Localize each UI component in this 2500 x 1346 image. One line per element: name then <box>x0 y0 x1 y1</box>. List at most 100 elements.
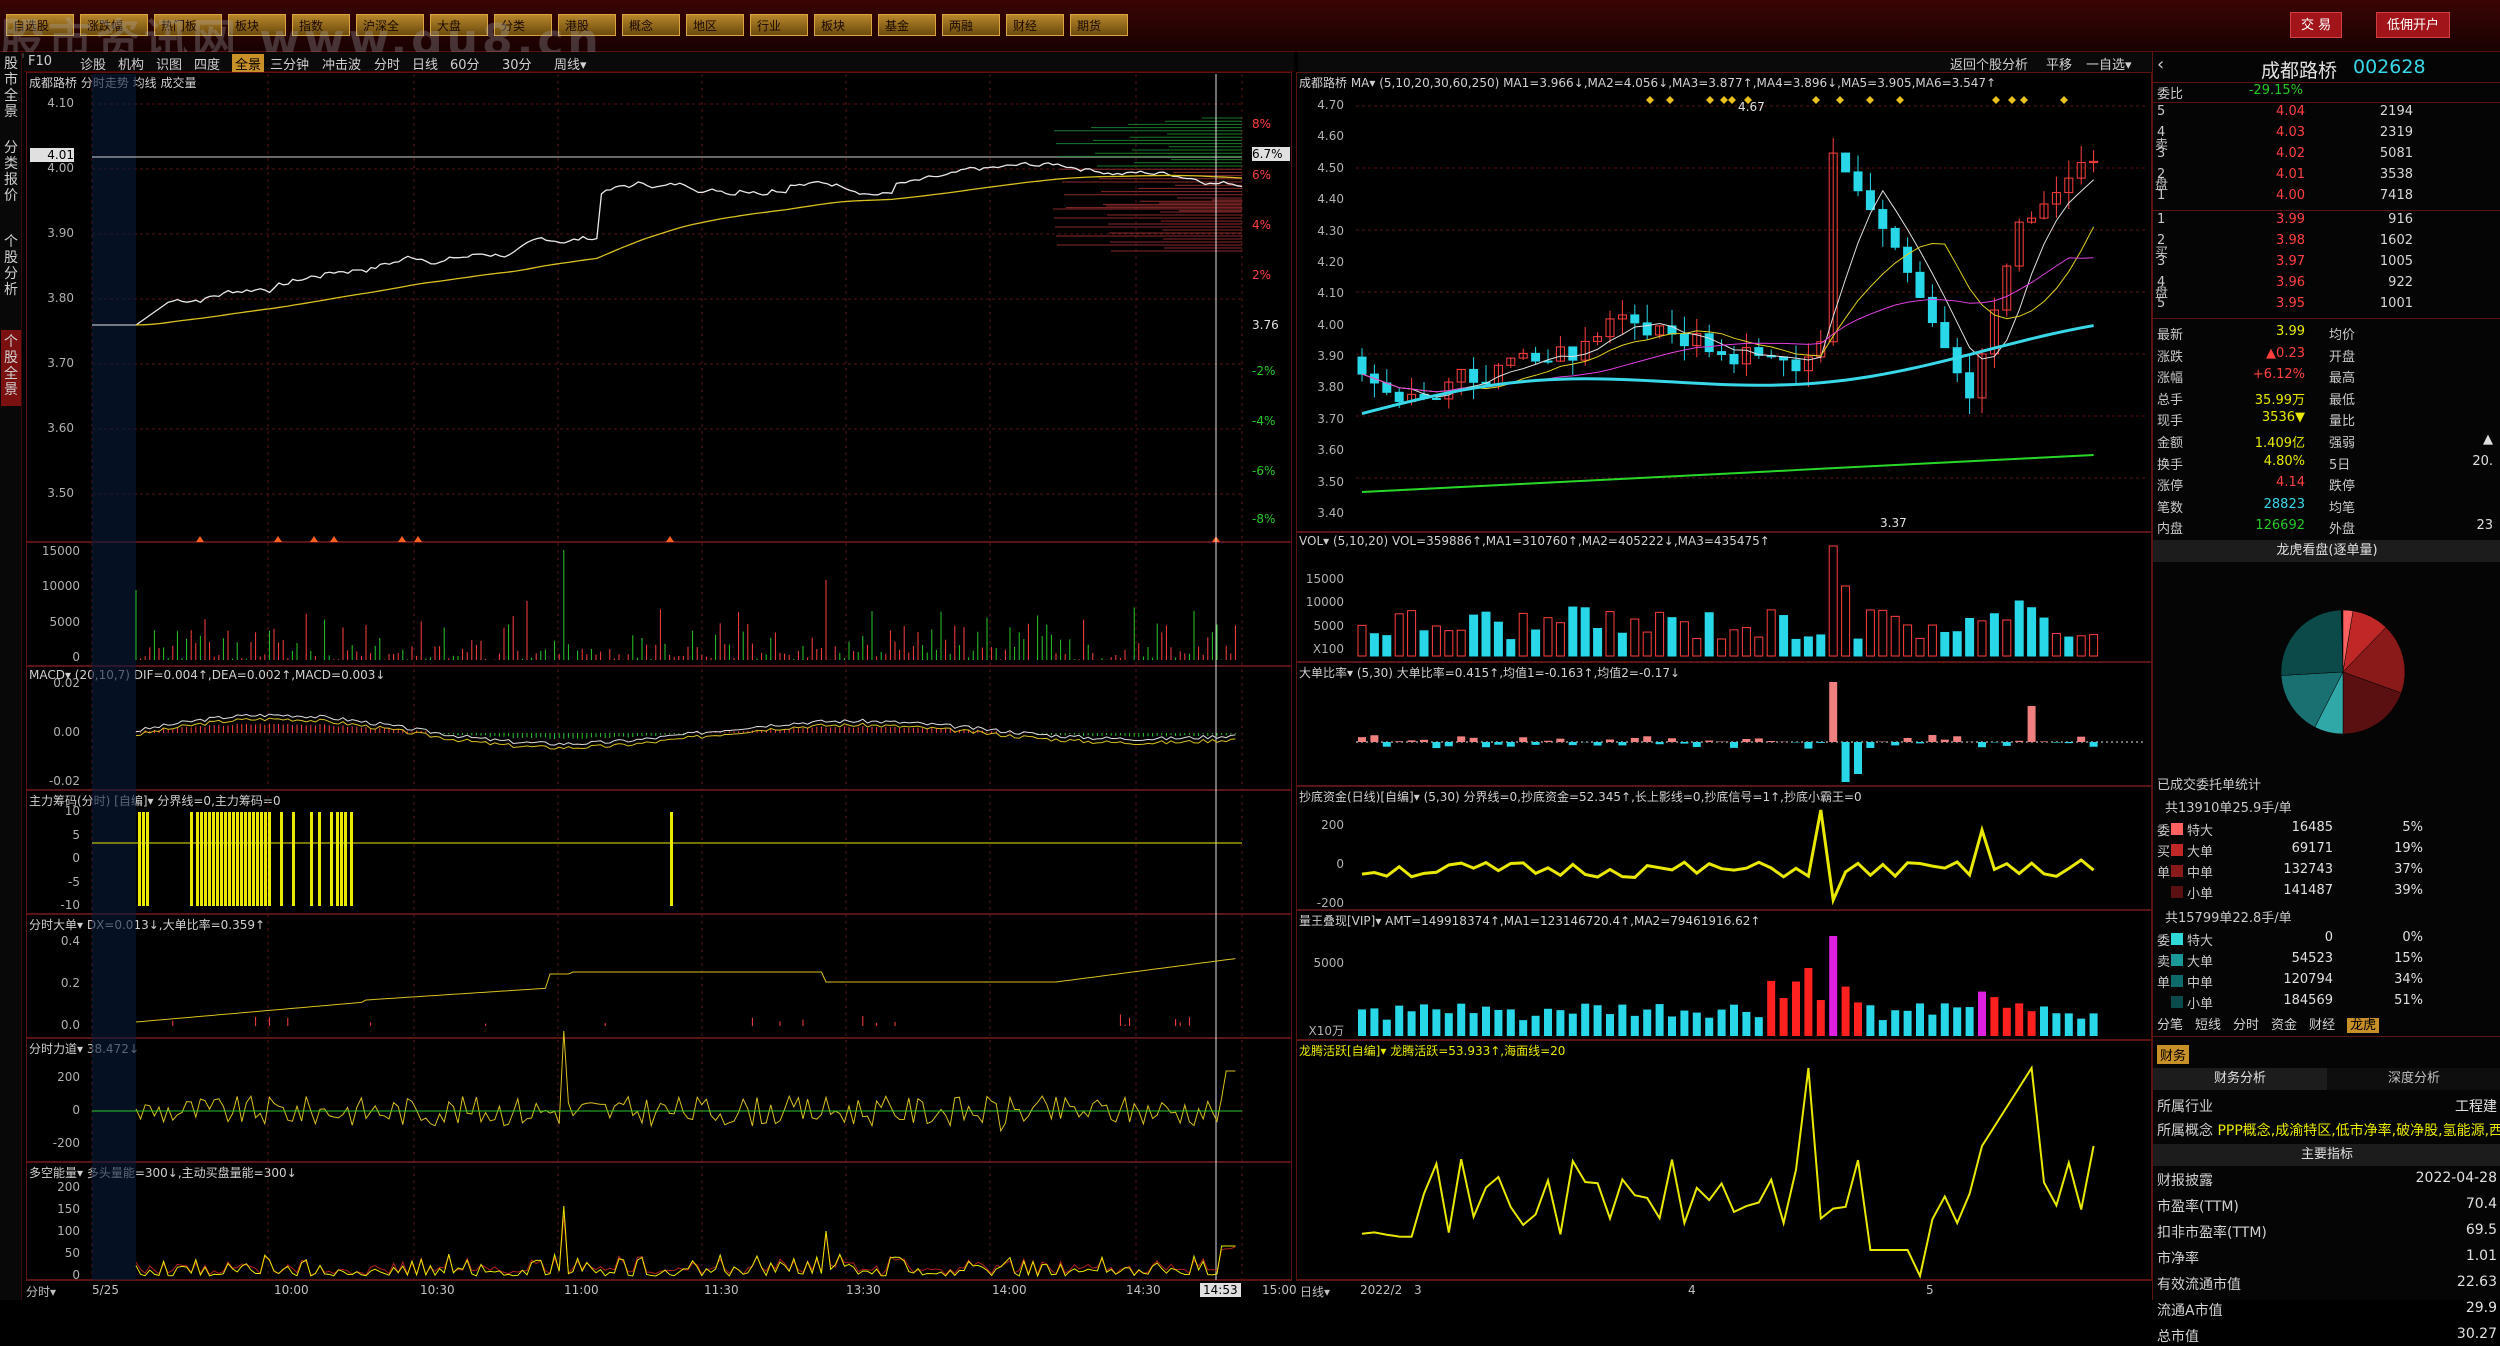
vk-bar-13 <box>1519 1020 1527 1036</box>
stat-value: 126692 <box>2235 518 2305 533</box>
daily-bigorder-bar-19 <box>1594 742 1602 745</box>
daily-vol-bar-50 <box>1978 621 1986 656</box>
finance-analysis-tab[interactable]: 财务分析 <box>2153 1068 2327 1090</box>
buy-swatch <box>2171 823 2183 835</box>
daily-vol-bar-14 <box>1532 630 1540 656</box>
daily-bigorder-bar-30 <box>1730 742 1738 748</box>
chips-bar-17 <box>248 812 251 906</box>
chaodi-label-0: 200 <box>1300 818 1344 832</box>
daily-bigorder-bar-37 <box>1817 742 1825 743</box>
vk-bar-29 <box>1718 1010 1726 1036</box>
daily-vol-bar-42 <box>1879 610 1887 656</box>
vk-bar-14 <box>1532 1016 1540 1036</box>
order-stats-title: 已成交委托单统计 <box>2157 774 2261 793</box>
buy-type: 小单 <box>2187 883 2213 902</box>
daily-bigorder-bar-13 <box>1519 737 1527 742</box>
order-pie-chart <box>2153 564 2500 774</box>
finance-value: 30.27 <box>2457 1326 2497 1342</box>
finance-row-2: 扣非市盈率(TTM)69.5 <box>2157 1222 2500 1242</box>
daily-vol-bar-44 <box>1904 625 1912 656</box>
daily-bigorder-bar-17 <box>1569 742 1577 745</box>
bigorder-line <box>136 959 1235 1022</box>
quote-tab-4[interactable]: 财经 <box>2309 1018 2335 1033</box>
vk-bar-12 <box>1507 1009 1515 1036</box>
finance-label: 有效流通市值 <box>2157 1277 2241 1293</box>
pie-slice-6 <box>2281 610 2343 675</box>
sell-type: 小单 <box>2187 993 2213 1012</box>
daily-low-label: 3.37 <box>1880 516 1920 530</box>
vk-bar-3 <box>1395 1006 1403 1036</box>
signal-diamond-3 <box>1720 96 1728 104</box>
vk-bar-31 <box>1742 1012 1750 1036</box>
daily-bigorder-bar-33 <box>1767 741 1775 742</box>
finance-tab[interactable]: 财务 <box>2157 1045 2189 1064</box>
daily-vol-bar-29 <box>1718 639 1726 656</box>
finance-label: 市盈率(TTM) <box>2157 1199 2239 1215</box>
buy-count: 16485 <box>2253 820 2333 835</box>
vk-bar-42 <box>1879 1020 1887 1036</box>
buy-count: 69171 <box>2253 841 2333 856</box>
quote-tab-1[interactable]: 短线 <box>2195 1018 2221 1033</box>
bigorder-label-2: 0.0 <box>36 1018 80 1032</box>
open-account-button[interactable]: 低佣开户 <box>2376 12 2450 38</box>
vk-bar-22 <box>1631 1016 1639 1036</box>
trade-button[interactable]: 交 易 <box>2290 12 2342 38</box>
time-label-6: 13:30 <box>846 1283 881 1297</box>
daily-vol-bar-27 <box>1693 638 1701 656</box>
sell-pct: 51% <box>2373 993 2423 1008</box>
chips-bar-19 <box>256 812 259 906</box>
pct-label-5: -2% <box>1252 364 1290 378</box>
daily-vol-bar-48 <box>1953 632 1961 656</box>
quote-tab-3[interactable]: 资金 <box>2271 1018 2297 1033</box>
daily-vol-bar-4 <box>1408 611 1416 656</box>
daily-bigorder-bar-38 <box>1829 682 1837 742</box>
buy-type: 中单 <box>2187 862 2213 881</box>
stat-label: 笔数 <box>2157 497 2183 516</box>
deep-analysis-tab[interactable]: 深度分析 <box>2327 1068 2500 1090</box>
daily-bigorder-bar-15 <box>1544 741 1552 742</box>
chips-bar-32 <box>670 812 673 906</box>
candle-body-28 <box>1705 334 1713 352</box>
back-arrow-icon[interactable]: ‹ <box>2157 54 2164 75</box>
candle-body-25 <box>1668 326 1676 334</box>
vk-bar-57 <box>2065 1013 2073 1036</box>
quote-tab-0[interactable]: 分笔 <box>2157 1018 2183 1033</box>
sell-swatch <box>2171 975 2183 987</box>
date-label-0: 日线▾ <box>1300 1283 1330 1300</box>
chips-label-2: 0 <box>36 851 80 865</box>
daily-vol-bar-41 <box>1866 610 1874 656</box>
daily-bigorder-bar-2 <box>1383 742 1391 747</box>
daily-vol-bar-24 <box>1656 612 1664 656</box>
daily-bigorder-bar-48 <box>1953 736 1961 742</box>
chips-bar-25 <box>310 812 313 906</box>
sell-type: 特大 <box>2187 930 2213 949</box>
stat-value: 3536▼ <box>2235 410 2305 425</box>
macd-label-0: 0.02 <box>36 676 80 690</box>
candle-body-40 <box>1854 172 1862 191</box>
intraday-price-label-6: 3.50 <box>30 486 74 500</box>
daily-vol-bar-43 <box>1891 616 1899 656</box>
quote-tab-5[interactable]: 龙虎 <box>2347 1018 2379 1033</box>
stat-label: 最新 <box>2157 324 2183 343</box>
chips-bar-24 <box>292 812 295 906</box>
signal-diamond-6 <box>1812 96 1820 104</box>
candle-body-14 <box>1532 353 1540 361</box>
weibi-value: -29.15% <box>2233 83 2303 98</box>
stat-row-6: 换手4.80%5日20. <box>2153 454 2500 475</box>
daily-price-label-13: 3.40 <box>1300 506 1344 520</box>
bid-row-1: 13.99916 <box>2153 212 2500 233</box>
finance-value: 29.9 <box>2466 1300 2497 1316</box>
quote-tab-2[interactable]: 分时 <box>2233 1018 2259 1033</box>
daily-vol-bar-49 <box>1966 618 1974 656</box>
chaodi-label-1: 0 <box>1300 857 1344 871</box>
vk-bar-21 <box>1618 1005 1626 1036</box>
finance-row-6: 总市值30.27 <box>2157 1326 2500 1346</box>
macd-label-2: -0.02 <box>36 774 80 788</box>
daily-high-label: 4.67 <box>1738 100 1778 114</box>
ask-volume: 2319 <box>2343 125 2413 140</box>
stat-label: 内盘 <box>2157 518 2183 537</box>
candle-body-45 <box>1916 272 1924 297</box>
vk-bar-2 <box>1383 1020 1391 1036</box>
premarket-zone <box>92 74 136 1280</box>
daily-bigorder-bar-16 <box>1556 739 1564 742</box>
